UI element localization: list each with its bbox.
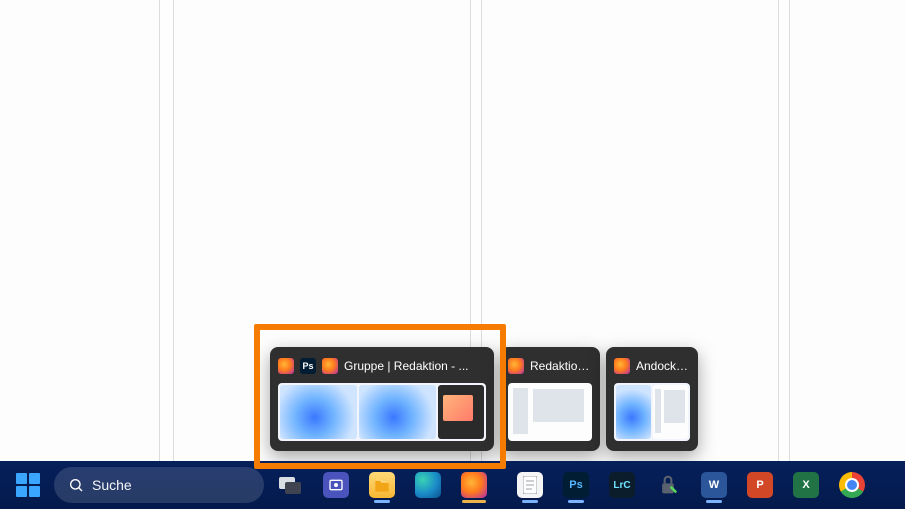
task-view-icon — [278, 474, 302, 496]
notepad-button[interactable] — [510, 465, 550, 505]
chrome-button[interactable] — [832, 465, 872, 505]
thumbnail-preview — [278, 383, 486, 441]
lock-icon — [655, 472, 681, 498]
snap-zone — [0, 0, 160, 509]
lightroom-button[interactable]: LrC — [602, 465, 642, 505]
thumbnail-window[interactable]: Andocke... — [606, 347, 698, 451]
taskbar-search[interactable]: Suche — [54, 467, 264, 503]
thumbnail-window[interactable]: Redaktion - ... — [500, 347, 600, 451]
edge-button[interactable] — [408, 465, 448, 505]
windows-logo-icon — [16, 473, 40, 497]
chrome-icon — [839, 472, 865, 498]
thumbnail-group[interactable]: Ps Gruppe | Redaktion - ... — [270, 347, 494, 451]
teams-icon — [323, 472, 349, 498]
thumbnail-title: Redaktion - ... — [530, 359, 592, 373]
notepad-icon — [517, 472, 543, 498]
folder-icon — [369, 472, 395, 498]
powerpoint-button[interactable]: P — [740, 465, 780, 505]
taskbar: Suche Ps LrC — [0, 461, 905, 509]
photoshop-icon: Ps — [300, 358, 316, 374]
firefox-button[interactable] — [454, 465, 494, 505]
thumbnail-preview — [614, 383, 690, 441]
start-button[interactable] — [8, 465, 48, 505]
secure-app-button[interactable] — [648, 465, 688, 505]
firefox-icon — [278, 358, 294, 374]
task-view-button[interactable] — [270, 465, 310, 505]
photoshop-icon: Ps — [563, 472, 589, 498]
firefox-icon — [614, 358, 630, 374]
search-placeholder: Suche — [92, 477, 132, 493]
excel-button[interactable]: X — [786, 465, 826, 505]
thumbnail-title: Gruppe | Redaktion - ... — [344, 359, 486, 373]
file-explorer-button[interactable] — [362, 465, 402, 505]
word-icon: W — [701, 472, 727, 498]
snap-zone — [789, 0, 905, 509]
photoshop-button[interactable]: Ps — [556, 465, 596, 505]
taskbar-thumbnail-popup: Ps Gruppe | Redaktion - ... Redaktion - … — [270, 347, 698, 451]
lightroom-icon: LrC — [609, 472, 635, 498]
thumbnail-title: Andocke... — [636, 359, 690, 373]
thumbnail-preview — [508, 383, 592, 441]
excel-icon: X — [793, 472, 819, 498]
powerpoint-icon: P — [747, 472, 773, 498]
edge-icon — [415, 472, 441, 498]
word-button[interactable]: W — [694, 465, 734, 505]
firefox-icon — [322, 358, 338, 374]
teams-button[interactable] — [316, 465, 356, 505]
search-icon — [68, 477, 84, 493]
firefox-icon — [461, 472, 487, 498]
firefox-icon — [508, 358, 524, 374]
